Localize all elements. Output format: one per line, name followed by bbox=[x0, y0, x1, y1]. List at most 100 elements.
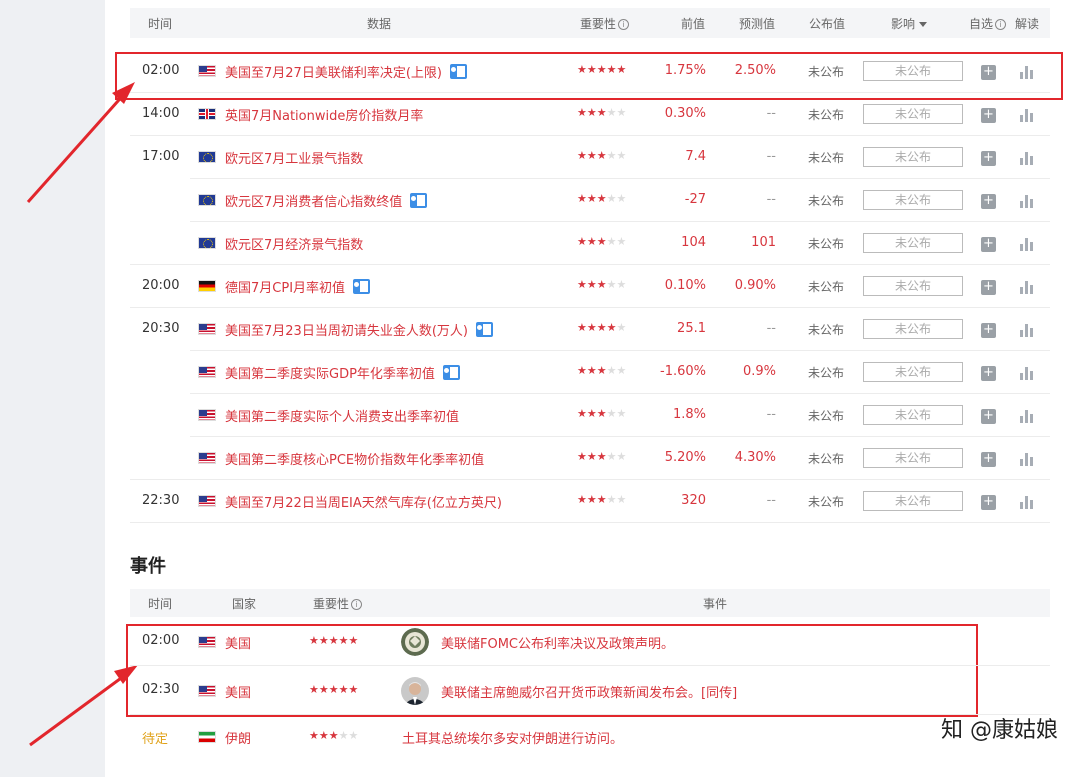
indicator-link[interactable]: 美国第二季度实际个人消费支出季率初值 bbox=[225, 406, 459, 425]
event-time: 02:30 bbox=[142, 682, 180, 697]
actual-value: 未公布 bbox=[808, 323, 845, 337]
impact-box: 未公布 bbox=[863, 147, 963, 167]
chart-bars-icon[interactable] bbox=[1020, 366, 1034, 380]
star-icon: ★ bbox=[596, 493, 607, 506]
add-watch-button[interactable]: + bbox=[981, 237, 996, 252]
indicator-link[interactable]: 美国第二季度核心PCE物价指数年化季率初值 bbox=[225, 449, 484, 468]
star-icon: ★ bbox=[348, 634, 359, 647]
chart-bars-icon[interactable] bbox=[1020, 323, 1034, 337]
highlight-box-fed-decision bbox=[115, 52, 1063, 100]
indicator-link[interactable]: 美国至7月22日当周EIA天然气库存(亿立方英尺) bbox=[225, 492, 502, 511]
flag-us-icon bbox=[198, 685, 216, 697]
event-text-link[interactable]: 美联储主席鲍威尔召开货币政策新闻发布会。[同传] bbox=[441, 682, 737, 701]
forecast-value: -- bbox=[766, 192, 776, 207]
star-icon: ★ bbox=[577, 106, 587, 119]
chart-bars-icon[interactable] bbox=[1020, 194, 1034, 208]
star-icon: ★ bbox=[616, 450, 627, 463]
star-icon: ★ bbox=[586, 192, 597, 205]
info-icon[interactable]: i bbox=[618, 19, 630, 30]
indicator-link[interactable]: 德国7月CPI月率初值 bbox=[225, 277, 371, 296]
add-watch-button[interactable]: + bbox=[981, 366, 996, 381]
add-watch-button[interactable]: + bbox=[981, 495, 996, 510]
actual-value: 未公布 bbox=[808, 194, 845, 208]
indicator-link[interactable]: 欧元区7月消费者信心指数终值 bbox=[225, 191, 428, 210]
table-row: 17:00 欧元区7月工业景气指数 ★★★★★ 7.4 -- 未公布 未公布 + bbox=[0, 136, 1072, 179]
star-icon: ★ bbox=[586, 278, 597, 291]
event-text-link[interactable]: 美联储FOMC公布利率决议及政策声明。 bbox=[441, 633, 674, 652]
actual-value: 未公布 bbox=[808, 409, 845, 423]
flag-us-icon bbox=[198, 366, 216, 378]
impact-box: 未公布 bbox=[863, 491, 963, 511]
header-forecast: 预测值 bbox=[739, 17, 776, 31]
table-row: 美国第二季度核心PCE物价指数年化季率初值 ★★★★★ 5.20% 4.30% 未公布未… bbox=[0, 437, 1072, 480]
star-icon: ★ bbox=[616, 364, 627, 377]
table-row: 美国第二季度实际GDP年化季率初值 ★★★★★ -1.60% 0.9% 未公布 未公布 + bbox=[0, 351, 1072, 394]
star-icon: ★ bbox=[328, 634, 339, 647]
star-icon: ★ bbox=[586, 364, 597, 377]
events-table-header: 时间 国家 重要性 i 事件 bbox=[130, 589, 1050, 617]
add-watch-button[interactable]: + bbox=[981, 280, 996, 295]
forecast-value: -- bbox=[766, 149, 776, 164]
add-watch-button[interactable]: + bbox=[981, 151, 996, 166]
indicator-link[interactable]: 美国至7月23日当周初请失业金人数(万人) bbox=[225, 320, 493, 339]
add-watch-button[interactable]: + bbox=[981, 452, 996, 467]
impact-box: 未公布 bbox=[863, 104, 963, 124]
indicator-link[interactable]: 美国第二季度实际GDP年化季率初值 bbox=[225, 363, 460, 382]
star-icon: ★ bbox=[309, 683, 319, 696]
add-watch-button[interactable]: + bbox=[981, 194, 996, 209]
star-icon: ★ bbox=[606, 278, 617, 291]
importance-stars: ★★★★★ bbox=[309, 634, 358, 647]
chart-bars-icon[interactable] bbox=[1020, 151, 1034, 165]
forecast-value: 0.9% bbox=[742, 364, 776, 379]
star-icon: ★ bbox=[606, 321, 617, 334]
flag-eu-icon bbox=[198, 151, 216, 163]
info-icon[interactable]: i bbox=[995, 19, 1007, 30]
explain-doc-icon[interactable] bbox=[410, 193, 428, 208]
indicator-link[interactable]: 英国7月Nationwide房价指数月率 bbox=[225, 105, 423, 124]
header-time: 时间 bbox=[148, 17, 173, 31]
star-icon: ★ bbox=[328, 683, 339, 696]
previous-value: 1.8% bbox=[672, 407, 706, 422]
chart-bars-icon[interactable] bbox=[1020, 495, 1034, 509]
add-watch-button[interactable]: + bbox=[981, 108, 996, 123]
star-icon: ★ bbox=[596, 450, 607, 463]
star-icon: ★ bbox=[338, 634, 349, 647]
header-data: 数据 bbox=[367, 17, 392, 31]
star-icon: ★ bbox=[328, 729, 339, 742]
star-icon: ★ bbox=[606, 407, 617, 420]
chart-bars-icon[interactable] bbox=[1020, 280, 1034, 294]
table-row: 欧元区7月消费者信心指数终值 ★★★★★ -27 -- 未公布 未公布 + bbox=[0, 179, 1072, 222]
table-row: 22:30 美国至7月22日当周EIA天然气库存(亿立方英尺) ★★★★★ 320 --… bbox=[0, 480, 1072, 523]
star-icon: ★ bbox=[577, 321, 587, 334]
table-row: 欧元区7月经济景气指数 ★★★★★ 104 101 未公布 未公布 + bbox=[0, 222, 1072, 265]
star-icon: ★ bbox=[616, 106, 627, 119]
impact-box: 未公布 bbox=[863, 233, 963, 253]
star-icon: ★ bbox=[606, 493, 617, 506]
explain-doc-icon[interactable] bbox=[442, 365, 460, 380]
chart-bars-icon[interactable] bbox=[1020, 409, 1034, 423]
chart-bars-icon[interactable] bbox=[1020, 452, 1034, 466]
explain-doc-icon[interactable] bbox=[475, 322, 493, 337]
star-icon: ★ bbox=[606, 149, 617, 162]
actual-value: 未公布 bbox=[808, 280, 845, 294]
star-icon: ★ bbox=[586, 450, 597, 463]
indicator-link[interactable]: 欧元区7月工业景气指数 bbox=[225, 148, 363, 167]
star-icon: ★ bbox=[586, 493, 597, 506]
star-icon: ★ bbox=[338, 683, 349, 696]
event-row: 02:00 美国 ★★★★★ 美联储FOMC公布利率决议及政策声明。 bbox=[0, 618, 1072, 666]
header-impact-filter[interactable]: 影响 bbox=[891, 15, 928, 32]
chart-bars-icon[interactable] bbox=[1020, 108, 1034, 122]
add-watch-button[interactable]: + bbox=[981, 323, 996, 338]
header-explain: 解读 bbox=[1015, 17, 1040, 31]
explain-doc-icon[interactable] bbox=[353, 279, 371, 294]
event-text-link[interactable]: 土耳其总统埃尔多安对伊朗进行访问。 bbox=[402, 728, 623, 747]
add-watch-button[interactable]: + bbox=[981, 409, 996, 424]
star-icon: ★ bbox=[616, 407, 627, 420]
star-icon: ★ bbox=[616, 321, 627, 334]
chart-bars-icon[interactable] bbox=[1020, 237, 1034, 251]
indicator-link[interactable]: 欧元区7月经济景气指数 bbox=[225, 234, 363, 253]
actual-value: 未公布 bbox=[808, 108, 845, 122]
info-icon[interactable]: i bbox=[351, 599, 363, 610]
flag-us-icon bbox=[198, 636, 216, 648]
actual-value: 未公布 bbox=[808, 366, 845, 380]
